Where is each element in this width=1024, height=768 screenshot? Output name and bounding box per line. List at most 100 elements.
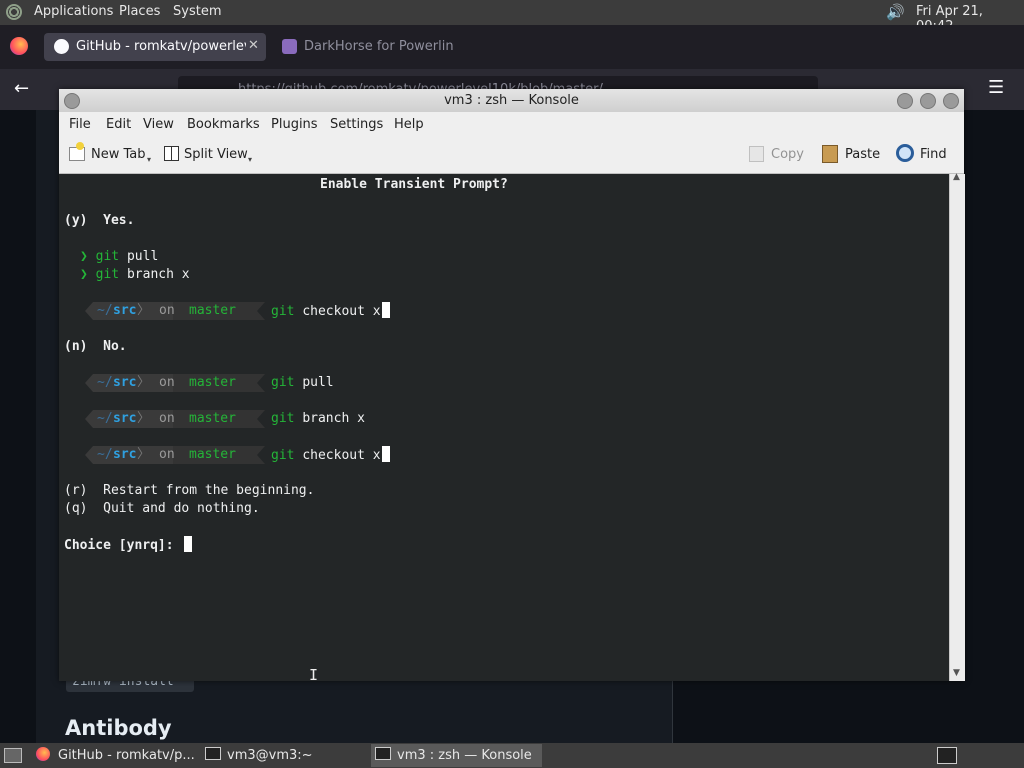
git-arg: checkout x xyxy=(302,304,381,319)
konsole-window: vm3 : zsh — Konsole File Edit View Bookm… xyxy=(59,89,965,684)
taskbar-label: GitHub - romkatv/p... xyxy=(58,748,195,763)
menu-edit[interactable]: Edit xyxy=(106,117,131,132)
places-menu[interactable]: Places xyxy=(119,4,160,19)
scrollbar[interactable]: ▲ ▼ xyxy=(949,172,965,681)
dir-name: src xyxy=(113,447,137,462)
menu-file[interactable]: File xyxy=(69,117,91,132)
workspace-switcher-icon[interactable] xyxy=(937,747,957,764)
volume-icon[interactable]: 🔊 xyxy=(886,3,905,21)
dropdown-arrow-icon[interactable]: ▾ xyxy=(248,155,252,164)
find-button[interactable]: Find xyxy=(896,137,952,173)
new-tab-button[interactable]: New Tab ▾ xyxy=(67,137,153,173)
option-key: (n) xyxy=(64,339,88,354)
menu-bookmarks[interactable]: Bookmarks xyxy=(187,117,260,132)
dir-name: src xyxy=(113,303,137,318)
git-arg: checkout x xyxy=(302,448,381,463)
chevron-right-icon: 〉 xyxy=(137,411,151,426)
option-no: (n) No. xyxy=(64,338,127,356)
konsole-icon xyxy=(375,747,391,760)
new-tab-star-icon xyxy=(76,142,84,150)
prompt-heading: Enable Transient Prompt? xyxy=(320,177,508,192)
powerline-prompt: ~/ src 〉 on master git checkout x xyxy=(85,446,485,464)
paste-button[interactable]: Paste xyxy=(822,137,884,173)
scroll-up-arrow-icon[interactable]: ▲ xyxy=(953,172,960,182)
git-arg: branch x xyxy=(302,411,365,426)
git-command: git xyxy=(95,267,120,282)
browser-tab-github[interactable]: GitHub - romkatv/powerlev ✕ xyxy=(44,33,266,61)
terminal-icon xyxy=(205,747,221,760)
dir-tilde: ~/ xyxy=(97,447,113,462)
split-view-button[interactable]: Split View ▾ xyxy=(162,137,258,173)
browser-tab-darkhorse[interactable]: DarkHorse for Powerlin xyxy=(270,33,492,61)
browser-tab-title: GitHub - romkatv/powerlev xyxy=(76,39,246,54)
option-quit: (q) Quit and do nothing. xyxy=(64,501,260,516)
chevron-right-icon: 〉 xyxy=(137,447,151,462)
git-arg: pull xyxy=(126,249,159,264)
vcs-branch: master xyxy=(189,411,236,426)
git-arg: branch x xyxy=(126,267,190,282)
dir-tilde: ~/ xyxy=(97,411,113,426)
maximize-icon[interactable] xyxy=(920,93,936,109)
git-command: git xyxy=(271,304,295,319)
copy-label: Copy xyxy=(771,147,804,162)
dropdown-arrow-icon[interactable]: ▾ xyxy=(147,155,151,164)
show-desktop-icon[interactable] xyxy=(4,748,22,763)
top-panel: Applications Places System 🔊 Fri Apr 21,… xyxy=(0,0,1024,34)
dir-tilde: ~/ xyxy=(97,375,113,390)
terminal-area[interactable]: Enable Transient Prompt? (y) Yes. ❯ git … xyxy=(59,174,949,684)
vcs-on: on xyxy=(159,375,175,390)
menu-view[interactable]: View xyxy=(143,117,174,132)
menu-settings[interactable]: Settings xyxy=(330,117,383,132)
text-cursor xyxy=(184,536,193,552)
split-view-icon xyxy=(164,146,179,161)
prompt-caret: ❯ xyxy=(80,267,88,282)
dir-tilde: ~/ xyxy=(97,303,113,318)
github-icon xyxy=(54,39,69,54)
split-view-label: Split View xyxy=(184,147,248,162)
minimize-icon[interactable] xyxy=(897,93,913,109)
find-label: Find xyxy=(920,147,947,162)
vcs-on: on xyxy=(159,411,175,426)
menu-help[interactable]: Help xyxy=(394,117,424,132)
command-line: git checkout x xyxy=(271,302,390,321)
taskbar-item-konsole[interactable]: vm3 : zsh — Konsole xyxy=(371,744,542,767)
tab-close-icon[interactable]: ✕ xyxy=(248,38,259,53)
taskbar-item-terminal[interactable]: vm3@vm3:~ xyxy=(205,744,365,767)
firefox-icon xyxy=(36,747,50,761)
close-icon[interactable] xyxy=(943,93,959,109)
option-yes: (y) Yes. xyxy=(64,212,134,230)
paste-clipboard-icon xyxy=(822,145,838,163)
darkhorse-icon xyxy=(282,39,297,54)
option-key: (y) xyxy=(64,213,88,228)
page-heading: Antibody xyxy=(65,716,172,740)
git-arg: pull xyxy=(302,375,334,390)
toolbar: New Tab ▾ Split View ▾ Copy Paste Find xyxy=(59,137,964,174)
vcs-on: on xyxy=(159,303,175,318)
taskbar-label: vm3 : zsh — Konsole xyxy=(397,748,532,763)
taskbar: GitHub - romkatv/p... vm3@vm3:~ vm3 : zs… xyxy=(0,743,1024,768)
back-arrow-icon[interactable]: ← xyxy=(14,78,29,99)
option-restart: (r) Restart from the beginning. xyxy=(64,483,315,498)
hamburger-menu-icon[interactable]: ☰ xyxy=(988,77,1004,98)
dir-name: src xyxy=(113,411,137,426)
applications-menu[interactable]: Applications xyxy=(34,4,113,19)
window-titlebar[interactable]: vm3 : zsh — Konsole xyxy=(59,89,964,112)
transient-line-pull: ❯ git pull xyxy=(80,248,158,266)
command-line: git checkout x xyxy=(271,446,390,465)
copy-button[interactable]: Copy xyxy=(749,137,809,173)
dir-name: src xyxy=(113,375,137,390)
scroll-down-arrow-icon[interactable]: ▼ xyxy=(953,668,960,678)
vcs-branch: master xyxy=(189,303,236,318)
choice-label: Choice [ynrq]: xyxy=(64,538,174,553)
option-label: No. xyxy=(103,339,127,354)
taskbar-item-firefox[interactable]: GitHub - romkatv/p... xyxy=(36,744,196,767)
system-menu[interactable]: System xyxy=(173,4,221,19)
distro-logo-icon[interactable] xyxy=(6,4,22,20)
powerline-prompt: ~/ src 〉 on master git branch x xyxy=(85,410,485,428)
vcs-branch: master xyxy=(189,447,236,462)
firefox-icon[interactable] xyxy=(10,37,28,55)
git-command: git xyxy=(271,411,295,426)
browser-tab-title: DarkHorse for Powerlin xyxy=(304,39,454,54)
menu-plugins[interactable]: Plugins xyxy=(271,117,318,132)
chevron-right-icon: 〉 xyxy=(137,375,151,390)
